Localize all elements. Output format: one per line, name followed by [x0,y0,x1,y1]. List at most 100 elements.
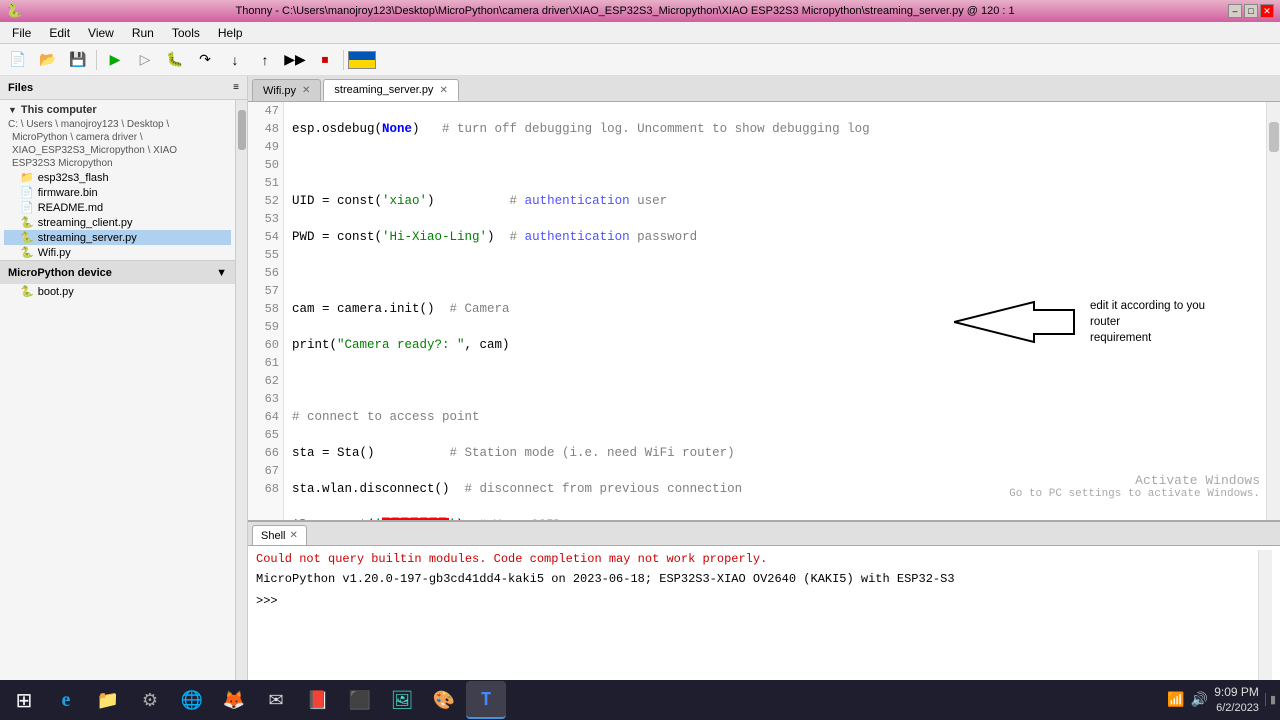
titlebar-left: 🐍 [6,3,22,19]
taskbar-ie[interactable]: e [46,681,86,719]
tree-streaming-client[interactable]: 🐍 streaming_client.py [4,215,231,230]
tab-bar: Wifi.py ✕ streaming_server.py ✕ [248,76,1280,102]
minimize-button[interactable]: – [1228,4,1242,18]
file-icon: 📄 [20,186,34,199]
tree-wifi[interactable]: 🐍 Wifi.py [4,245,231,260]
folder-icon: 📁 [20,171,34,184]
open-button[interactable]: 📂 [34,47,62,73]
titlebar-controls: – □ ✕ [1228,4,1274,18]
menu-view[interactable]: View [80,24,122,42]
taskbar-explorer[interactable]: 📁 [88,681,128,719]
stop-button[interactable]: ⏹ [311,47,339,73]
code-editor[interactable]: 4748495051 5253545556 5758596061 6263646… [248,102,1280,520]
taskbar-acrobat[interactable]: 📕 [298,681,338,719]
shell-content[interactable]: Could not query builtin modules. Code co… [248,546,1280,690]
menu-file[interactable]: File [4,24,39,42]
menu-edit[interactable]: Edit [41,24,78,42]
line-numbers: 4748495051 5253545556 5758596061 6263646… [248,102,284,520]
taskbar-mail[interactable]: ✉ [256,681,296,719]
time-display: 9:09 PM [1214,685,1259,701]
file-panel-scrollbar[interactable] [235,100,247,690]
code-line-50: PWD = const('Hi-Xiao-Ling') # authentica… [292,228,1258,246]
taskbar-firefox[interactable]: 🦊 [214,681,254,719]
ukraine-flag [348,51,376,69]
scrollbar-thumb [1269,122,1279,152]
show-desktop[interactable]: ▮ [1265,693,1276,706]
taskbar-left: ⊞ e 📁 ⚙ 🌐 🦊 ✉ 📕 ⬛ 🖼 🎨 T [4,681,506,719]
python-icon: 🐍 [20,285,34,298]
shell-line-1: Could not query builtin modules. Code co… [256,550,1258,568]
taskbar-thonny[interactable]: T [466,681,506,719]
tab-wifi-close[interactable]: ✕ [302,85,310,96]
path-item[interactable]: C: \ Users \ manojroy123 \ Desktop \ [4,118,231,131]
tree-item-label: streaming_client.py [38,217,133,229]
app-icon: 🐍 [6,3,22,19]
menu-tools[interactable]: Tools [164,24,208,42]
taskbar-right: 📶 🔊 9:09 PM 6/2/2023 ▮ [1167,685,1276,715]
editor-scrollbar[interactable] [1266,102,1280,520]
step-over-button[interactable]: ↷ [191,47,219,73]
resume-button[interactable]: ▶▶ [281,47,309,73]
this-computer-label: This computer [21,104,97,116]
python-icon: 🐍 [20,246,34,259]
path-item3[interactable]: XIAO_ESP32S3_Micropython \ XIAO [4,144,231,157]
path-item2[interactable]: MicroPython \ camera driver \ [4,131,231,144]
tree-item-label: Wifi.py [38,247,71,259]
menu-run[interactable]: Run [124,24,162,42]
menu-help[interactable]: Help [210,24,251,42]
start-button[interactable]: ⊞ [4,681,44,719]
shell-scrollbar[interactable] [1258,550,1272,686]
micropython-section-label: MicroPython device [8,267,112,279]
file-tree: ▼ This computer C: \ Users \ manojroy123… [0,100,235,690]
close-button[interactable]: ✕ [1260,4,1274,18]
python-icon: 🐍 [20,231,34,244]
new-button[interactable]: 📄 [4,47,32,73]
tab-streaming-server-close[interactable]: ✕ [439,85,447,96]
code-line-57: sta.wlan.disconnect() # disconnect from … [292,480,1258,498]
path-item4[interactable]: ESP32S3 Micropython [4,157,231,170]
taskbar-app6[interactable]: ⬛ [340,681,380,719]
shell-tab-bar: Shell ✕ [248,522,1280,546]
micropython-section[interactable]: MicroPython device ▼ [0,260,235,284]
taskbar-settings[interactable]: ⚙ [130,681,170,719]
files-label: Files [8,82,33,94]
this-computer-section[interactable]: ▼ This computer [0,100,235,118]
save-button[interactable]: 💾 [64,47,92,73]
files-menu[interactable]: ≡ [233,82,239,93]
tree-readme[interactable]: 📄 README.md [4,200,231,215]
tab-shell[interactable]: Shell ✕ [252,525,307,545]
volume-icon[interactable]: 🔊 [1191,691,1208,708]
tree-firmware-bin[interactable]: 📄 firmware.bin [4,185,231,200]
tab-streaming-server-label: streaming_server.py [334,84,433,96]
network-icon[interactable]: 📶 [1167,691,1184,708]
debug-button[interactable]: 🐛 [161,47,189,73]
clock: 9:09 PM 6/2/2023 [1214,685,1259,715]
micropython-tree: 🐍 boot.py [0,284,235,299]
tree-boot[interactable]: 🐍 boot.py [4,284,231,299]
step-out-button[interactable]: ↑ [251,47,279,73]
toolbar: 📄 📂 💾 ▶ ▷ 🐛 ↷ ↓ ↑ ▶▶ ⏹ [0,44,1280,76]
taskbar-paint[interactable]: 🎨 [424,681,464,719]
maximize-button[interactable]: □ [1244,4,1258,18]
tree-item-label: firmware.bin [38,187,98,199]
this-computer-tree: C: \ Users \ manojroy123 \ Desktop \ Mic… [0,118,235,260]
date-display: 6/2/2023 [1214,701,1259,715]
section-arrow: ▼ [8,105,17,115]
code-line-56: sta = Sta() # Station mode (i.e. need Wi… [292,444,1258,462]
tree-streaming-server[interactable]: 🐍 streaming_server.py [4,230,231,245]
files-header: Files ≡ [0,76,247,100]
shell-tab-close[interactable]: ✕ [289,530,297,541]
run-button[interactable]: ▶ [101,47,129,73]
tree-esp32s3-flash[interactable]: 📁 esp32s3_flash [4,170,231,185]
taskbar: ⊞ e 📁 ⚙ 🌐 🦊 ✉ 📕 ⬛ 🖼 🎨 T 📶 🔊 9:09 PM 6/2/… [0,680,1280,720]
taskbar-edge[interactable]: 🌐 [172,681,212,719]
shell-prompt: >>> [256,592,1258,610]
titlebar: 🐍 Thonny - C:\Users\manojroy123\Desktop\… [0,0,1280,22]
step-into-button[interactable]: ↓ [221,47,249,73]
code-line-58: AP = const('███████') # Your SSID [292,516,1258,520]
tab-wifi[interactable]: Wifi.py ✕ [252,79,321,101]
titlebar-title: Thonny - C:\Users\manojroy123\Desktop\Mi… [22,5,1228,17]
run-current-button[interactable]: ▷ [131,47,159,73]
tab-streaming-server[interactable]: streaming_server.py ✕ [323,79,458,101]
taskbar-photos[interactable]: 🖼 [382,681,422,719]
